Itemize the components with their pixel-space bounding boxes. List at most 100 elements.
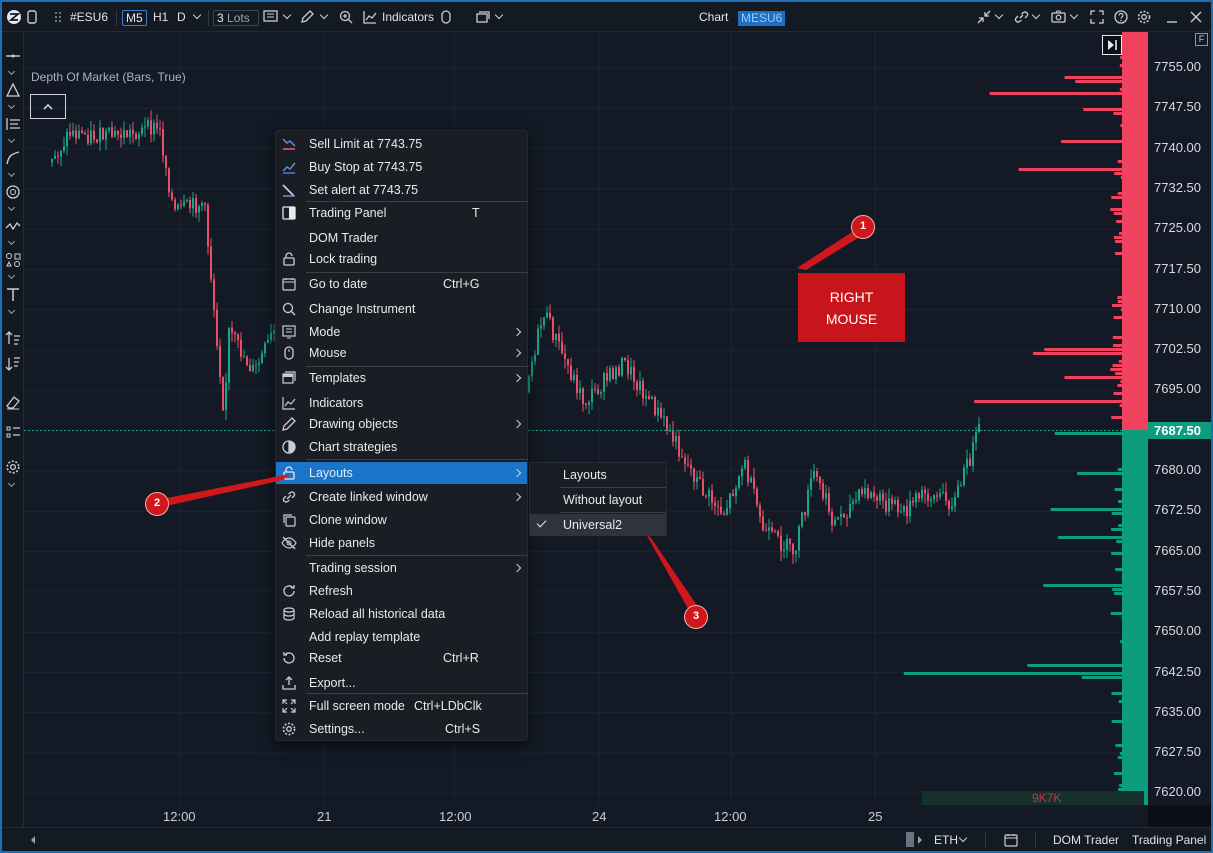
timer-icon[interactable] xyxy=(441,10,451,24)
chevron-down-icon[interactable] xyxy=(7,203,16,212)
menu-item-indicators[interactable]: Indicators xyxy=(276,392,527,414)
menu-item-go-to-date[interactable]: Go to date Ctrl+G xyxy=(276,273,527,295)
chevron-down-icon[interactable] xyxy=(958,833,968,843)
chevron-down-icon[interactable] xyxy=(994,10,1004,20)
menu-item-add-replay-template[interactable]: Add replay template xyxy=(276,626,527,648)
chevron-down-icon[interactable] xyxy=(1031,10,1041,20)
menu-item-reload-historical-data[interactable]: Reload all historical data xyxy=(276,603,527,625)
mode-icon[interactable] xyxy=(263,10,278,24)
indicators-icon[interactable] xyxy=(363,10,377,24)
menu-item-refresh[interactable]: Refresh xyxy=(276,580,527,602)
minimize-icon[interactable] xyxy=(1166,10,1178,24)
eraser-icon[interactable] xyxy=(5,394,21,410)
scroll-to-end-button[interactable] xyxy=(1102,35,1122,55)
menu-item-sell-limit[interactable]: Sell Limit at 7743.75 xyxy=(276,133,527,155)
submenu-item-without-layout[interactable]: Without layout xyxy=(530,489,666,511)
menu-item-buy-stop[interactable]: Buy Stop at 7743.75 xyxy=(276,156,527,178)
menu-item-settings[interactable]: Settings... Ctrl+S xyxy=(276,718,527,740)
circle-target-icon[interactable] xyxy=(5,184,21,200)
scroll-left-icon[interactable] xyxy=(29,835,37,845)
sort-descending-icon[interactable] xyxy=(5,356,21,372)
chevron-down-icon[interactable] xyxy=(494,10,504,20)
menu-item-chart-strategies[interactable]: Chart strategies xyxy=(276,436,527,458)
axis-f-button[interactable]: F xyxy=(1195,33,1208,46)
chevron-down-icon[interactable] xyxy=(7,271,16,280)
close-icon[interactable] xyxy=(1190,11,1202,23)
chevron-down-icon[interactable] xyxy=(1069,10,1079,20)
timeframe-d[interactable]: D xyxy=(177,2,186,32)
chevron-down-icon[interactable] xyxy=(7,101,16,110)
session-selector[interactable]: ETH xyxy=(934,828,958,852)
menu-item-mouse[interactable]: Mouse xyxy=(276,342,527,364)
candle-body xyxy=(810,478,812,490)
chevron-down-icon[interactable] xyxy=(7,135,16,144)
link-icon[interactable] xyxy=(1014,10,1029,24)
menu-item-hide-panels[interactable]: Hide panels xyxy=(276,532,527,554)
calendar-icon[interactable] xyxy=(1004,833,1018,847)
menu-item-trading-panel[interactable]: Trading Panel T xyxy=(276,202,527,224)
menu-item-trading-session[interactable]: Trading session xyxy=(276,557,527,579)
menu-item-export[interactable]: Export... xyxy=(276,672,527,694)
text-icon[interactable] xyxy=(5,287,21,303)
menu-item-full-screen-mode[interactable]: Full screen mode Ctrl+LDbClk xyxy=(276,695,527,717)
pencil-icon[interactable] xyxy=(300,10,314,24)
fibonacci-icon[interactable] xyxy=(5,116,21,132)
menu-item-set-alert[interactable]: Set alert at 7743.75 xyxy=(276,179,527,201)
chevron-down-icon[interactable] xyxy=(282,10,292,20)
chevron-down-icon[interactable] xyxy=(7,67,16,76)
fullscreen-icon xyxy=(282,699,296,713)
submenu-item-universal2[interactable]: Universal2 xyxy=(530,514,666,536)
chart-area[interactable]: Depth Of Market (Bars, True) 9K7K xyxy=(24,32,1148,827)
trading-panel-button[interactable]: Trading Panel xyxy=(1132,828,1206,852)
lots-field[interactable]: 3 Lots xyxy=(213,10,259,26)
triangle-icon[interactable] xyxy=(5,82,21,98)
drag-handle-icon[interactable] xyxy=(54,11,62,23)
zoom-icon[interactable] xyxy=(339,10,353,24)
price-chart[interactable] xyxy=(24,32,1148,827)
fullscreen-icon[interactable] xyxy=(1090,10,1104,24)
menu-item-dom-trader[interactable]: DOM Trader xyxy=(276,227,527,249)
scroll-right-icon[interactable] xyxy=(916,835,924,845)
window-icon[interactable] xyxy=(27,10,37,24)
menu-item-templates[interactable]: Templates xyxy=(276,367,527,389)
camera-icon[interactable] xyxy=(1051,10,1066,23)
help-icon[interactable] xyxy=(1114,10,1128,24)
menu-item-clone-window[interactable]: Clone window xyxy=(276,509,527,531)
menu-item-mode[interactable]: Mode xyxy=(276,321,527,343)
wave-icon[interactable] xyxy=(5,218,21,234)
menu-item-drawing-objects[interactable]: Drawing objects xyxy=(276,413,527,435)
app-logo-icon[interactable] xyxy=(6,9,22,25)
layouts-icon[interactable] xyxy=(476,11,490,23)
submenu-item-layouts[interactable]: Layouts xyxy=(530,464,666,486)
chevron-down-icon[interactable] xyxy=(192,10,202,20)
shapes-icon[interactable] xyxy=(5,252,21,268)
menu-item-lock-trading[interactable]: Lock trading xyxy=(276,248,527,270)
chevron-down-icon[interactable] xyxy=(7,169,16,178)
menu-item-reset[interactable]: Reset Ctrl+R xyxy=(276,647,527,669)
chevron-down-icon[interactable] xyxy=(7,306,16,315)
object-list-icon[interactable] xyxy=(5,424,21,440)
timeframe-m5[interactable]: M5 xyxy=(122,10,147,26)
chevron-down-icon[interactable] xyxy=(7,237,16,246)
candle-body xyxy=(195,198,197,213)
collapse-arrows-icon[interactable] xyxy=(977,10,991,24)
dom-trader-button[interactable]: DOM Trader xyxy=(1053,828,1119,852)
menu-item-create-linked-window[interactable]: Create linked window xyxy=(276,486,527,508)
menu-item-layouts[interactable]: Layouts xyxy=(276,462,527,484)
gear-icon[interactable] xyxy=(1137,10,1151,24)
curve-icon[interactable] xyxy=(5,150,21,166)
collapse-panel-button[interactable] xyxy=(30,94,66,119)
time-axis[interactable]: 12:00 21 12:00 24 12:00 25 xyxy=(24,805,1148,827)
menu-item-change-instrument[interactable]: Change Instrument xyxy=(276,298,527,320)
settings-gear-icon[interactable] xyxy=(5,459,21,475)
chevron-down-icon[interactable] xyxy=(319,10,329,20)
price-axis[interactable]: F 7755.00 7747.50 7740.00 7732.50 7725.00 771… xyxy=(1102,32,1211,805)
instrument-selector[interactable]: #ESU6 xyxy=(70,2,108,32)
horizontal-line-icon[interactable] xyxy=(5,48,21,64)
chevron-down-icon[interactable] xyxy=(7,479,16,488)
sort-ascending-icon[interactable] xyxy=(5,330,21,346)
horizontal-scrollbar-thumb[interactable] xyxy=(906,832,914,847)
candle-body xyxy=(666,416,668,431)
timeframe-h1[interactable]: H1 xyxy=(153,2,168,32)
indicators-button[interactable]: Indicators xyxy=(382,2,434,32)
